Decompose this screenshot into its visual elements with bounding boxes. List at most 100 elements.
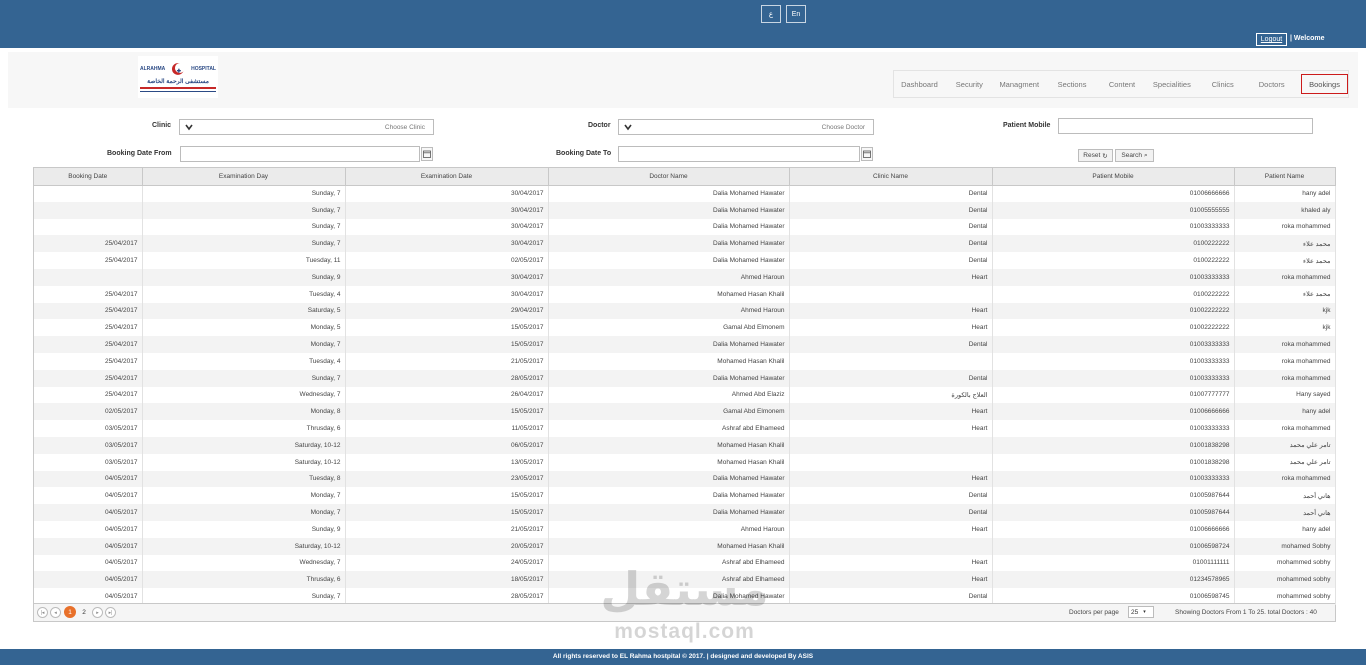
cell-examination-date: 21/05/2017 — [345, 352, 549, 370]
table-row[interactable]: 04/05/2017 Saturday, 10-12 20/05/2017 Moham… — [34, 537, 1336, 555]
table-row[interactable]: 03/05/2017 Saturday, 10-12 13/05/2017 Moham… — [34, 453, 1336, 471]
cell-examination-date: 30/04/2017 — [345, 185, 549, 202]
search-button[interactable]: Search ⌕ — [1115, 149, 1154, 162]
table-row[interactable]: 04/05/2017 Thrusday, 6 18/05/2017 Ashraf ab… — [34, 571, 1336, 589]
cell-booking-date: 03/05/2017 — [34, 436, 143, 454]
chevron-down-icon — [185, 124, 193, 131]
bookings-table: Booking Date Examination Day Examination… — [34, 168, 1336, 605]
col-patient-name[interactable]: Patient Name — [1234, 168, 1336, 186]
next-page-icon[interactable]: ▸ — [92, 607, 103, 618]
cell-patient-mobile: 01002222222 — [992, 319, 1235, 337]
cell-clinic-name: Dental — [789, 218, 993, 236]
hospital-logo[interactable]: ALRAHMA HOSPITAL مستشفى الرحمة الخاصة — [138, 56, 218, 98]
table-row[interactable]: 04/05/2017 Tuesday, 8 23/05/2017 Dalia Moha… — [34, 470, 1336, 488]
table-row[interactable]: 03/05/2017 Saturday, 10-12 06/05/2017 Moham… — [34, 436, 1336, 454]
welcome-text: | Welcome — [1290, 35, 1325, 42]
table-row[interactable]: 04/05/2017 Sunday, 9 21/05/2017 Ahmed Harou… — [34, 520, 1336, 538]
table-row[interactable]: 25/04/2017 Sunday, 7 28/05/2017 Dalia Moham… — [34, 369, 1336, 387]
cell-examination-day: Sunday, 7 — [142, 185, 346, 202]
cell-doctor-name: Ahmed Abd Elaziz — [548, 386, 790, 404]
cell-patient-mobile: 01006666666 — [992, 520, 1235, 538]
top-bar: ع En Logout | Welcome — [0, 0, 1366, 48]
col-clinic-name[interactable]: Clinic Name — [789, 168, 993, 186]
patient-mobile-input[interactable] — [1058, 118, 1313, 134]
table-row[interactable]: 25/04/2017 Sunday, 7 30/04/2017 Dalia Moham… — [34, 235, 1336, 253]
cell-examination-day: Sunday, 7 — [142, 235, 346, 253]
prev-page-icon[interactable]: ◂ — [50, 607, 61, 618]
col-examination-day[interactable]: Examination Day — [142, 168, 346, 186]
table-row[interactable]: 25/04/2017 Tuesday, 4 30/04/2017 Mohamed Ha… — [34, 285, 1336, 303]
cell-patient-mobile: 01003333333 — [992, 268, 1235, 286]
booking-date-to-input[interactable] — [618, 146, 860, 162]
col-examination-date[interactable]: Examination Date — [345, 168, 549, 186]
cell-clinic-name: Heart — [789, 554, 993, 572]
cell-doctor-name: Dalia Mohamed Hawater — [548, 336, 790, 353]
table-row[interactable]: 25/04/2017 Monday, 7 15/05/2017 Dalia Moham… — [34, 336, 1336, 353]
table-row[interactable]: 25/04/2017 Saturday, 5 29/04/2017 Ahmed Har… — [34, 302, 1336, 320]
page-2-button[interactable]: 2 — [78, 606, 90, 618]
cell-patient-mobile: 01001111111 — [992, 554, 1235, 572]
nav-doctors[interactable]: Doctors — [1246, 71, 1297, 97]
refresh-icon: ↻ — [1102, 152, 1108, 160]
col-doctor-name[interactable]: Doctor Name — [548, 168, 790, 186]
table-row[interactable]: Sunday, 9 30/04/2017 Ahmed Haroun Heart 0100… — [34, 268, 1336, 286]
table-row[interactable]: 25/04/2017 Tuesday, 11 02/05/2017 Dalia Moh… — [34, 252, 1336, 269]
nav-bookings[interactable]: Bookings — [1301, 74, 1348, 94]
table-row[interactable]: Sunday, 7 30/04/2017 Dalia Mohamed Hawater… — [34, 185, 1336, 202]
language-arabic-button[interactable]: ع — [761, 5, 781, 23]
search-icon: ⌕ — [1143, 151, 1148, 159]
cell-clinic-name: Heart — [789, 420, 993, 437]
table-row[interactable]: 25/04/2017 Wednesday, 7 26/04/2017 Ahmed Ab… — [34, 386, 1336, 404]
col-booking-date[interactable]: Booking Date — [34, 168, 143, 186]
cell-doctor-name: Mohamed Hasan Khalil — [548, 285, 790, 303]
cell-examination-date: 29/04/2017 — [345, 302, 549, 320]
first-page-icon[interactable]: |◂ — [37, 607, 48, 618]
cell-patient-name: roka mohammed — [1234, 470, 1336, 488]
table-row[interactable]: Sunday, 7 30/04/2017 Dalia Mohamed Hawater… — [34, 201, 1336, 219]
crescent-icon — [172, 63, 186, 75]
calendar-icon[interactable] — [861, 147, 873, 161]
table-row[interactable]: 25/04/2017 Monday, 5 15/05/2017 Gamal Abd E… — [34, 319, 1336, 337]
nav-specialities[interactable]: Specialities — [1145, 71, 1200, 97]
nav-security[interactable]: Security — [945, 71, 994, 97]
cell-patient-name: mohammed sobhy — [1234, 554, 1336, 572]
cell-patient-mobile: 01005987644 — [992, 504, 1235, 521]
booking-date-from-input[interactable] — [180, 146, 420, 162]
table-row[interactable]: 02/05/2017 Monday, 8 15/05/2017 Gamal Abd E… — [34, 403, 1336, 421]
logout-button[interactable]: Logout — [1256, 33, 1287, 46]
clinic-label: Clinic — [152, 122, 172, 129]
table-row[interactable]: 04/05/2017 Monday, 7 15/05/2017 Dalia Moham… — [34, 487, 1336, 505]
last-page-icon[interactable]: ▸| — [105, 607, 116, 618]
cell-doctor-name: Ahmed Haroun — [548, 268, 790, 286]
nav-content[interactable]: Content — [1099, 71, 1144, 97]
cell-patient-mobile: 01005555555 — [992, 201, 1235, 219]
clinic-select[interactable]: Choose Clinic — [179, 119, 434, 135]
language-english-button[interactable]: En — [786, 5, 806, 23]
nav-clinics[interactable]: Clinics — [1199, 71, 1246, 97]
cell-doctor-name: Mohamed Hasan Khalil — [548, 537, 790, 555]
page-1-button[interactable]: 1 — [64, 606, 76, 618]
cell-examination-date: 18/05/2017 — [345, 571, 549, 589]
calendar-icon[interactable] — [421, 147, 433, 161]
table-row[interactable]: 04/05/2017 Wednesday, 7 24/05/2017 Ashraf a… — [34, 554, 1336, 572]
cell-patient-name: محمد علاء — [1234, 235, 1336, 253]
nav-dashboard[interactable]: Dashboard — [894, 71, 945, 97]
cell-clinic-name — [789, 436, 993, 454]
table-row[interactable]: 04/05/2017 Monday, 7 15/05/2017 Dalia Moham… — [34, 504, 1336, 521]
table-row[interactable]: 03/05/2017 Thrusday, 6 11/05/2017 Ashraf ab… — [34, 420, 1336, 437]
reset-button[interactable]: Reset ↻ — [1078, 149, 1113, 162]
table-row[interactable]: Sunday, 7 30/04/2017 Dalia Mohamed Hawater… — [34, 218, 1336, 236]
per-page-select[interactable]: 25 ▾ — [1128, 606, 1154, 618]
cell-examination-date: 30/04/2017 — [345, 268, 549, 286]
nav-managment[interactable]: Managment — [994, 71, 1045, 97]
table-row[interactable]: 25/04/2017 Tuesday, 4 21/05/2017 Mohamed Ha… — [34, 352, 1336, 370]
col-patient-mobile[interactable]: Patient Mobile — [992, 168, 1235, 186]
cell-doctor-name: Dalia Mohamed Hawater — [548, 504, 790, 521]
doctor-select[interactable]: Choose Doctor — [618, 119, 874, 135]
cell-booking-date: 25/04/2017 — [34, 336, 143, 353]
cell-booking-date: 04/05/2017 — [34, 554, 143, 572]
cell-doctor-name: Dalia Mohamed Hawater — [548, 470, 790, 488]
cell-clinic-name: Dental — [789, 487, 993, 505]
nav-sections[interactable]: Sections — [1045, 71, 1100, 97]
cell-booking-date: 03/05/2017 — [34, 420, 143, 437]
